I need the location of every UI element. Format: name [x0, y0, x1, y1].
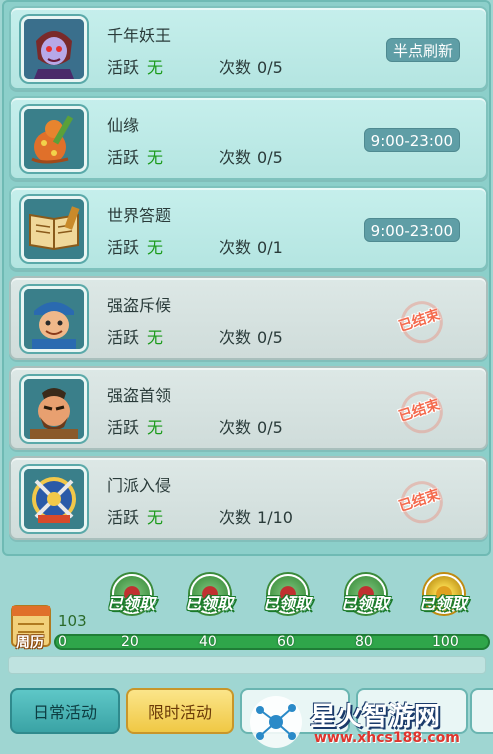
count-value: 0/5: [257, 418, 283, 437]
demon-king-icon: [21, 16, 87, 82]
ended-stamp: 已结束: [383, 471, 454, 528]
reward-chest-80[interactable]: 已领取: [334, 574, 396, 634]
activity-title: 强盗斥候: [107, 296, 172, 315]
watermark-name: 星火智游网: [310, 702, 441, 732]
reward-claimed-label: 已领取: [106, 594, 155, 613]
time-badge: 9:00-23:00: [363, 218, 460, 242]
count-value: 1/10: [257, 508, 293, 527]
count-value: 0/1: [257, 238, 283, 257]
count-value: 0/5: [257, 58, 283, 77]
reward-chest-100[interactable]: 已领取: [412, 574, 474, 634]
tab-timed-activities[interactable]: 限时活动: [126, 688, 234, 734]
active-value: 无: [147, 148, 164, 167]
activity-card-sect-invasion[interactable]: 门派入侵 活跃无 次数 1/10 已结束: [9, 456, 488, 540]
active-value: 无: [147, 328, 164, 347]
activity-card-bandit-scout[interactable]: 强盗斥候 活跃无 次数 0/5 已结束: [9, 276, 488, 360]
count-label: 次数 0/5: [219, 58, 283, 77]
count-label: 次数 0/5: [219, 148, 283, 167]
active-label: 活跃无: [107, 328, 164, 347]
reward-claimed-label: 已领取: [418, 594, 467, 613]
active-label: 活跃无: [107, 58, 164, 77]
progress-tick: 20: [121, 634, 139, 650]
activity-title: 强盗首领: [107, 386, 172, 405]
active-label: 活跃无: [107, 418, 164, 437]
progress-tick: 60: [277, 634, 295, 650]
reward-chest-60[interactable]: 已领取: [256, 574, 318, 634]
activity-title: 世界答题: [107, 206, 172, 225]
time-badge: 半点刷新: [385, 38, 460, 62]
reward-claimed-label: 已领取: [184, 594, 233, 613]
network-logo-icon: [250, 696, 302, 748]
activity-card-bandit-leader[interactable]: 强盗首领 活跃无 次数 0/5 已结束: [9, 366, 488, 450]
activity-title: 门派入侵: [107, 476, 172, 495]
reward-chest-20[interactable]: 已领取: [100, 574, 162, 634]
ended-stamp: 已结束: [383, 291, 454, 348]
book-icon: [21, 196, 87, 262]
progress-tick: 100: [432, 634, 459, 650]
activity-card-xianyuan[interactable]: 仙缘 活跃无 次数 0/5 9:00-23:00: [9, 96, 488, 180]
watermark-url: www.xhcs188.com: [314, 730, 460, 746]
active-label: 活跃无: [107, 508, 164, 527]
time-badge: 9:00-23:00: [363, 128, 460, 152]
sect-shield-icon: [21, 466, 87, 532]
progress-tick: 0: [58, 634, 67, 650]
score-strip: [8, 656, 486, 674]
activity-list: 千年妖王 活跃无 次数 0/5 半点刷新 仙缘 活跃无 次数 0/5 9:00-23…: [2, 0, 491, 556]
progress-tick: 40: [199, 634, 217, 650]
activity-title: 千年妖王: [107, 26, 172, 45]
active-value: 无: [147, 508, 164, 527]
bandit-scout-icon: [21, 286, 87, 352]
reward-claimed-label: 已领取: [340, 594, 389, 613]
active-label: 活跃无: [107, 238, 164, 257]
gourd-icon: [21, 106, 87, 172]
count-label: 次数 0/1: [219, 238, 283, 257]
active-value: 无: [147, 238, 164, 257]
tab-daily-activities[interactable]: 日常活动: [10, 688, 120, 734]
activity-card-world-quiz[interactable]: 世界答题 活跃无 次数 0/1 9:00-23:00: [9, 186, 488, 270]
activity-title: 仙缘: [107, 116, 140, 135]
calendar-label: 周历: [16, 635, 44, 651]
reward-chest-40[interactable]: 已领取: [178, 574, 240, 634]
active-value: 无: [147, 58, 164, 77]
count-label: 次数 0/5: [219, 328, 283, 347]
bandit-leader-icon: [21, 376, 87, 442]
ended-stamp: 已结束: [383, 381, 454, 438]
site-watermark: 星火智游网 www.xhcs188.com: [244, 692, 493, 754]
count-value: 0/5: [257, 148, 283, 167]
count-value: 0/5: [257, 328, 283, 347]
active-label: 活跃无: [107, 148, 164, 167]
progress-track: [54, 634, 490, 650]
active-value: 无: [147, 418, 164, 437]
count-label: 次数 1/10: [219, 508, 293, 527]
reward-claimed-label: 已领取: [262, 594, 311, 613]
activity-card-demon-king[interactable]: 千年妖王 活跃无 次数 0/5 半点刷新: [9, 6, 488, 90]
progress-tick: 80: [355, 634, 373, 650]
total-activity-score: 103: [58, 612, 87, 630]
count-label: 次数 0/5: [219, 418, 283, 437]
